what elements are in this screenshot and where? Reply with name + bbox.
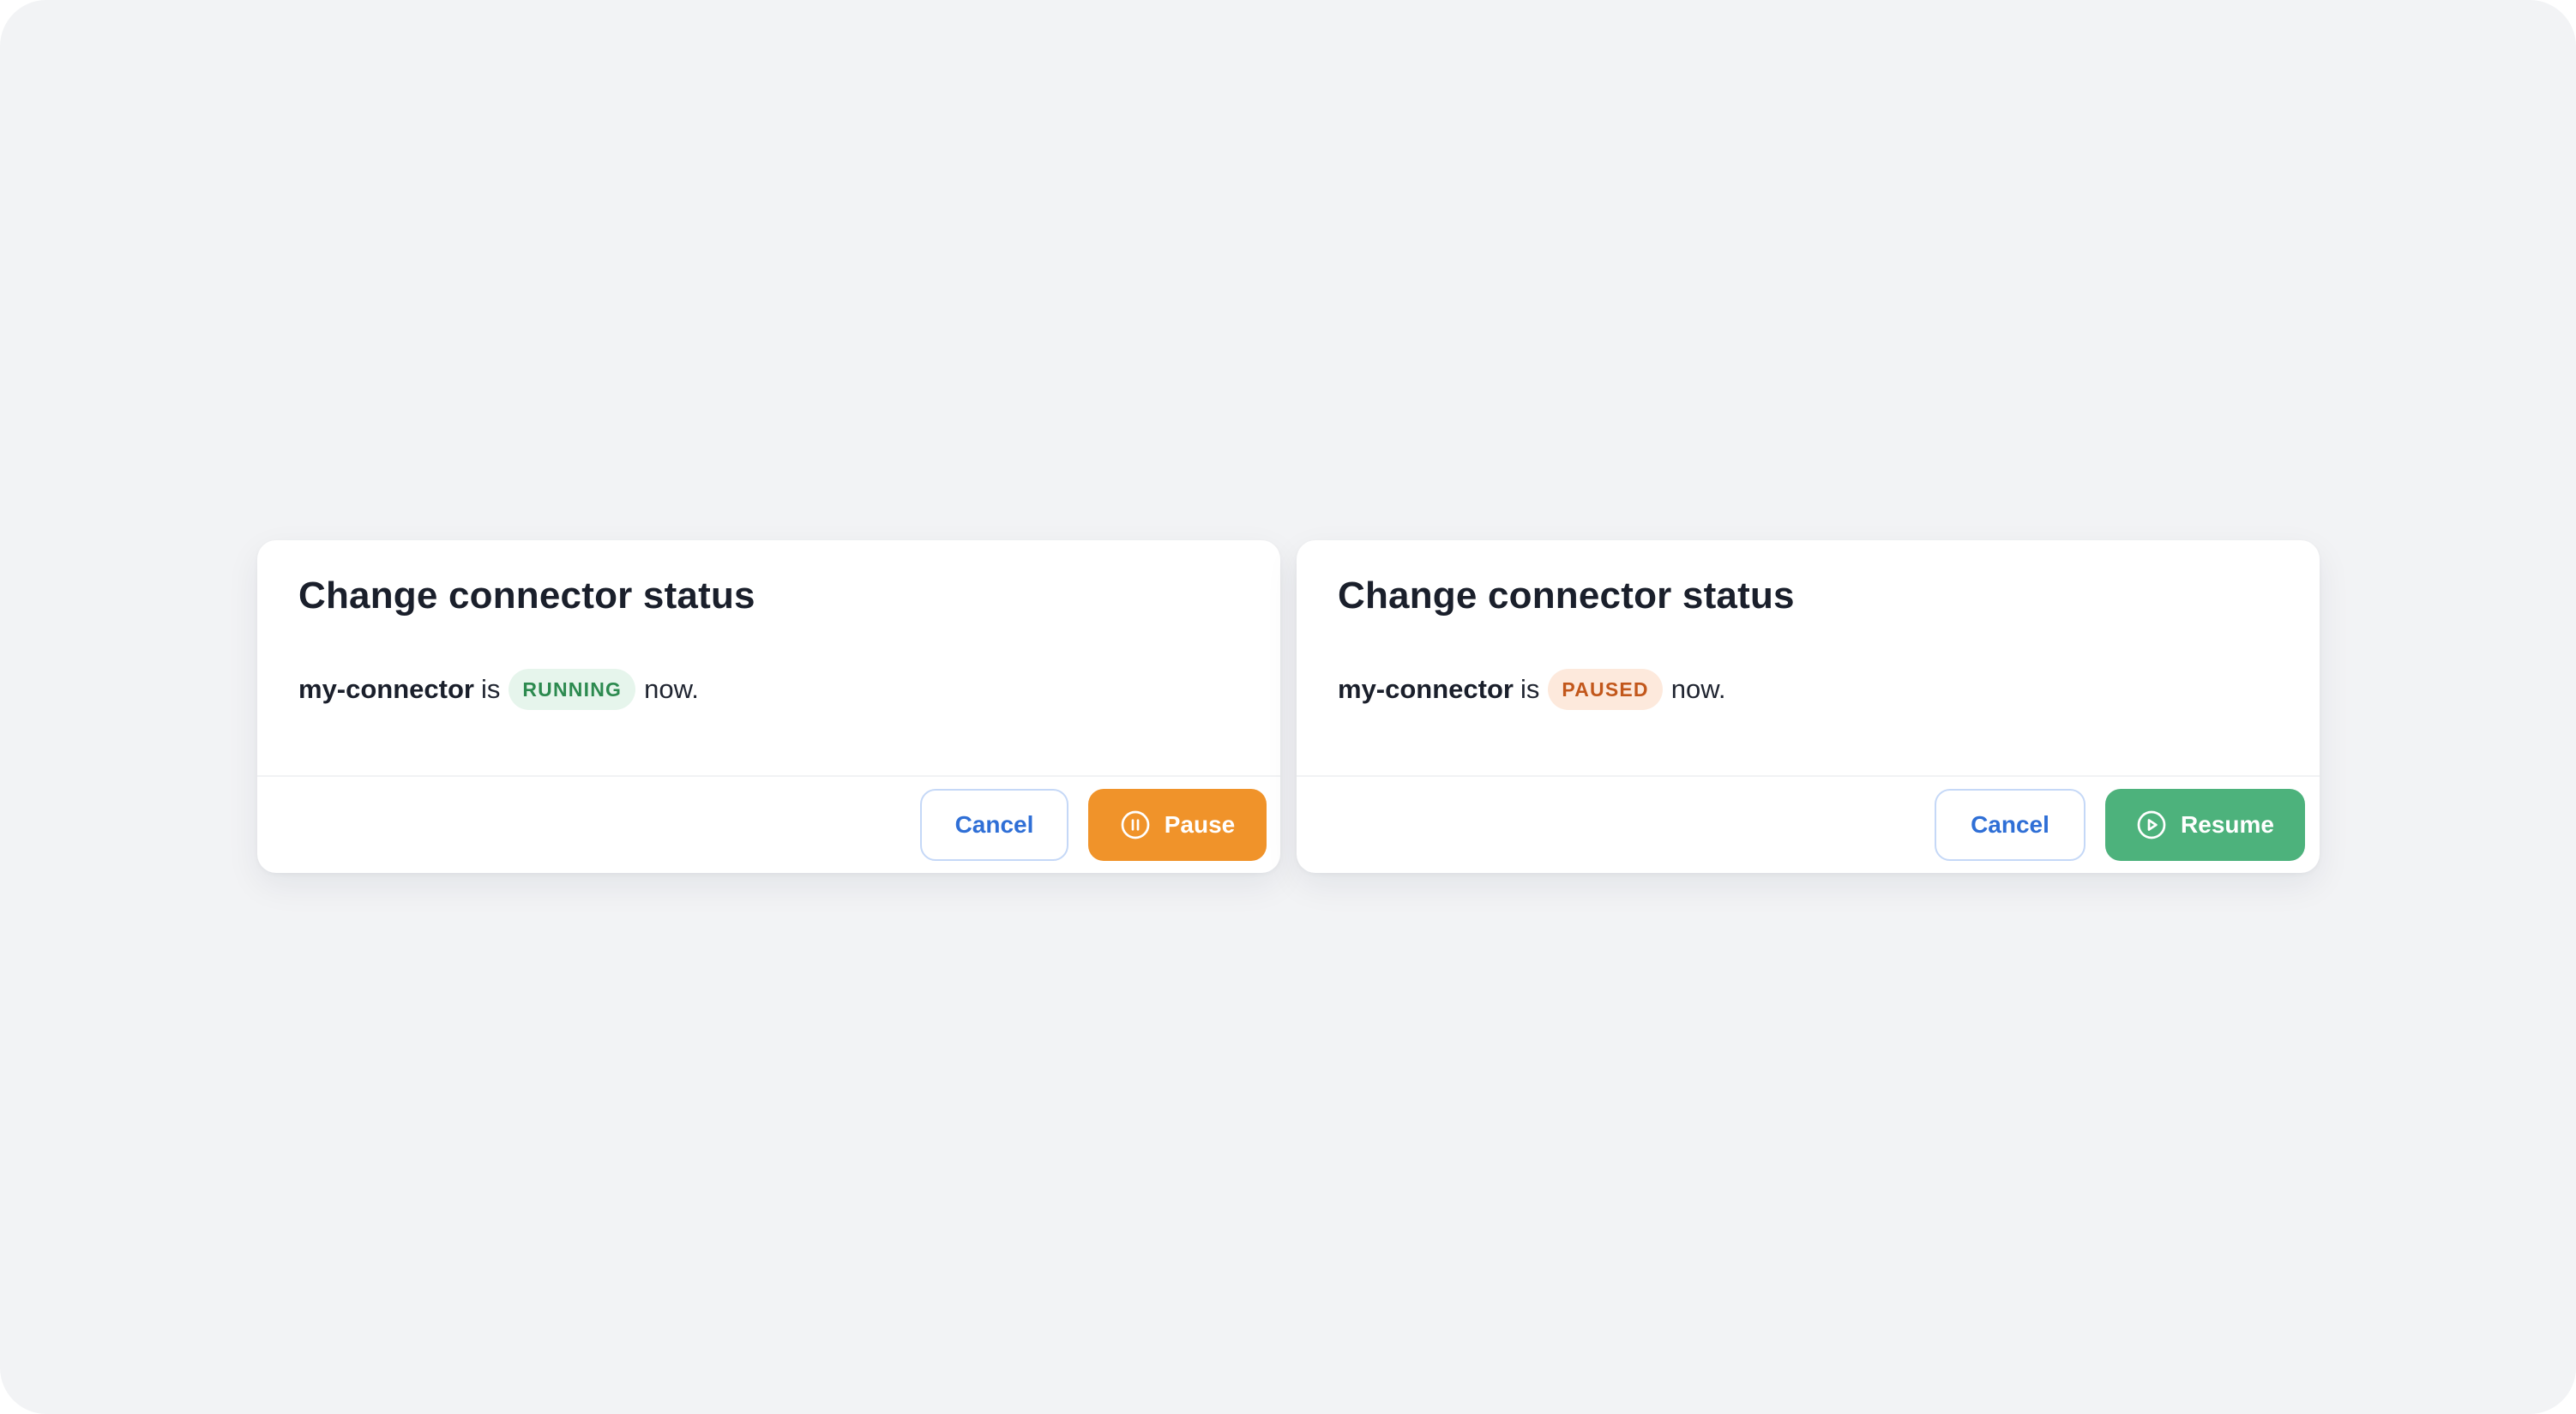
connector-name: my-connector (298, 674, 474, 704)
dialog-title: Change connector status (298, 575, 755, 617)
cancel-button-label: Cancel (954, 811, 1034, 838)
dialog-title: Change connector status (1338, 575, 1795, 617)
footer-divider (257, 775, 1280, 777)
change-status-dialog-paused: Change connector status my-connector is … (1297, 540, 2320, 873)
cancel-button-label: Cancel (1971, 811, 2049, 838)
pause-button[interactable]: Pause (1088, 789, 1267, 861)
cancel-button[interactable]: Cancel (1935, 789, 2085, 861)
dialog-message: my-connector is RUNNING now. (298, 669, 699, 710)
footer-divider (1297, 775, 2320, 777)
status-badge-paused: PAUSED (1548, 669, 1663, 710)
message-now-text: now. (1670, 674, 1726, 704)
resume-button[interactable]: Resume (2105, 789, 2305, 861)
change-status-dialog-running: Change connector status my-connector is … (257, 540, 1280, 873)
status-badge-running: RUNNING (509, 669, 636, 710)
play-circle-icon (2136, 809, 2167, 840)
message-now-text: now. (644, 674, 699, 704)
message-is-text: is (480, 674, 501, 704)
canvas-background: Change connector status my-connector is … (0, 0, 2576, 1414)
pause-button-label: Pause (1164, 811, 1236, 838)
message-is-text: is (1520, 674, 1540, 704)
dialog-message: my-connector is PAUSED now. (1338, 669, 1726, 710)
cancel-button[interactable]: Cancel (920, 789, 1068, 861)
resume-button-label: Resume (2181, 811, 2274, 838)
connector-name: my-connector (1338, 674, 1514, 704)
pause-circle-icon (1120, 809, 1151, 840)
